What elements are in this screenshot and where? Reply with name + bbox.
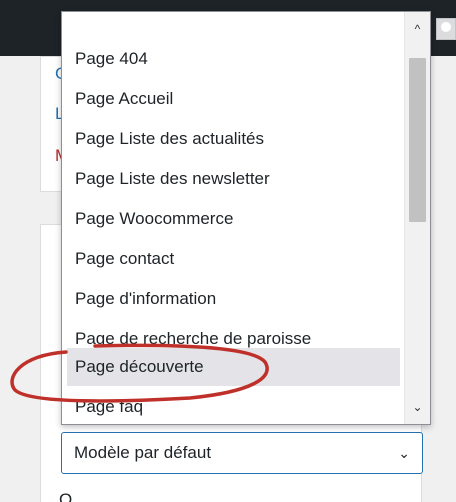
option-page-woocommerce[interactable]: Page Woocommerce	[67, 200, 400, 238]
scroll-up-icon[interactable]: ^	[409, 21, 426, 37]
template-dropdown-list[interactable]: Page 404 Page Accueil Page Liste des act…	[61, 11, 431, 425]
option-page-liste-actualites[interactable]: Page Liste des actualités	[67, 120, 400, 158]
next-field-label: O	[59, 490, 73, 502]
option-page-decouverte[interactable]: Page découverte	[67, 348, 400, 386]
user-avatar-icon[interactable]	[436, 18, 456, 40]
template-select[interactable]: Modèle par défaut ⌄	[61, 432, 423, 474]
scrollbar-thumb[interactable]	[409, 58, 426, 222]
option-page-information[interactable]: Page d'information	[67, 280, 400, 318]
option-page-accueil[interactable]: Page Accueil	[67, 80, 400, 118]
chevron-down-icon: ⌄	[398, 445, 410, 461]
option-page-contact[interactable]: Page contact	[67, 240, 400, 278]
option-page-faq[interactable]: Page faq	[67, 388, 400, 424]
template-select-value: Modèle par défaut	[74, 443, 212, 462]
dropdown-scrollbar[interactable]: ^ ⌄	[404, 12, 430, 424]
scroll-down-icon[interactable]: ⌄	[409, 399, 426, 415]
option-page-liste-newsletter[interactable]: Page Liste des newsletter	[67, 160, 400, 198]
option-page-404[interactable]: Page 404	[67, 40, 400, 78]
